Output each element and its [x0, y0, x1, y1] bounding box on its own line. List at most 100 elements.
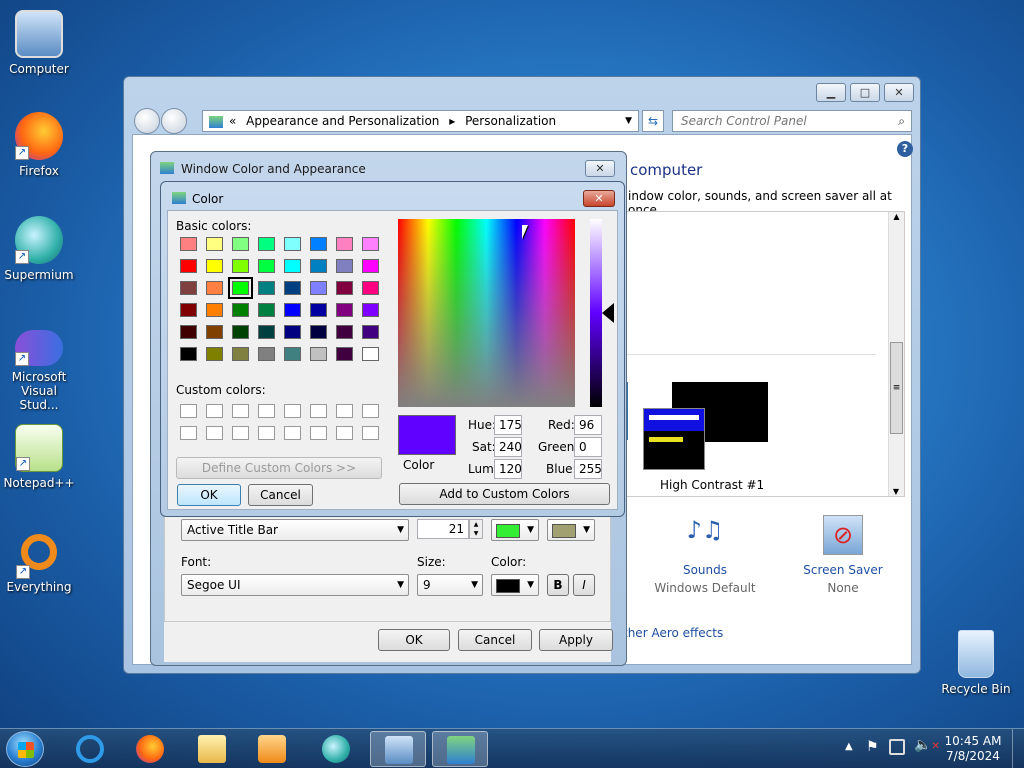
- aero-effects-link[interactable]: ther Aero effects: [623, 626, 723, 640]
- action-center-flag-icon[interactable]: ⚑: [866, 739, 879, 755]
- back-button[interactable]: [134, 108, 160, 134]
- custom-color-swatch[interactable]: [336, 404, 353, 418]
- address-dropdown-icon[interactable]: ▼: [625, 111, 632, 131]
- forward-button[interactable]: [161, 108, 187, 134]
- blue-input[interactable]: 255: [574, 459, 602, 479]
- basic-color-swatch[interactable]: [206, 237, 223, 251]
- theme-high-contrast-1[interactable]: High Contrast #1: [624, 382, 774, 492]
- network-icon[interactable]: [889, 739, 905, 755]
- basic-color-swatch[interactable]: [310, 347, 327, 361]
- color-cancel-button[interactable]: Cancel: [248, 484, 313, 506]
- custom-color-swatch[interactable]: [258, 426, 275, 440]
- maximize-button[interactable]: □: [850, 83, 880, 102]
- address-bar[interactable]: « Appearance and Personalization ▸ Perso…: [202, 110, 639, 132]
- breadcrumb-separator[interactable]: ▸: [449, 114, 455, 128]
- basic-color-swatch[interactable]: [258, 347, 275, 361]
- dialog-close-button[interactable]: ✕: [585, 160, 615, 177]
- desktop-icon-visual-studio[interactable]: ↗ Microsoft Visual Stud...: [0, 330, 78, 412]
- taskbar-personalization-window[interactable]: [432, 731, 488, 767]
- basic-color-swatch[interactable]: [284, 347, 301, 361]
- show-hidden-icons-button[interactable]: ▲: [845, 741, 853, 752]
- basic-color-swatch[interactable]: [310, 325, 327, 339]
- basic-color-swatch[interactable]: [232, 347, 249, 361]
- basic-color-swatch[interactable]: [284, 325, 301, 339]
- basic-color-swatch[interactable]: [232, 237, 249, 251]
- breadcrumb-personalization[interactable]: Personalization: [465, 114, 556, 128]
- color-dialog-close-button[interactable]: ✕: [583, 190, 615, 207]
- custom-color-swatch[interactable]: [284, 404, 301, 418]
- basic-color-swatch[interactable]: [310, 259, 327, 273]
- color-ok-button[interactable]: OK: [177, 484, 241, 506]
- basic-color-swatch[interactable]: [310, 303, 327, 317]
- basic-color-swatch[interactable]: [284, 259, 301, 273]
- basic-color-swatch[interactable]: [336, 303, 353, 317]
- basic-color-swatch[interactable]: [206, 347, 223, 361]
- basic-color-swatch[interactable]: [284, 303, 301, 317]
- custom-color-swatch[interactable]: [362, 426, 379, 440]
- custom-color-swatch[interactable]: [310, 426, 327, 440]
- scroll-up-icon[interactable]: ▲: [889, 212, 904, 221]
- clock[interactable]: 10:45 AM 7/8/2024: [940, 734, 1006, 764]
- scroll-thumb[interactable]: ≡: [890, 342, 903, 434]
- basic-color-swatch[interactable]: [258, 325, 275, 339]
- screensaver-item[interactable]: ⊘ Screen Saver None: [781, 515, 905, 595]
- basic-color-swatch[interactable]: [310, 281, 327, 295]
- basic-color-swatch[interactable]: [180, 281, 197, 295]
- basic-color-swatch[interactable]: [336, 347, 353, 361]
- color-spectrum[interactable]: [398, 219, 575, 407]
- cancel-button[interactable]: Cancel: [458, 629, 532, 651]
- red-input[interactable]: 96: [574, 415, 602, 435]
- basic-color-swatch[interactable]: [206, 259, 223, 273]
- breadcrumb-appearance[interactable]: Appearance and Personalization: [246, 114, 439, 128]
- basic-color-swatch[interactable]: [206, 281, 223, 295]
- basic-color-swatch[interactable]: [336, 237, 353, 251]
- custom-color-swatch[interactable]: [336, 426, 353, 440]
- desktop-icon-notepadpp[interactable]: ↗ Notepad++: [0, 424, 78, 490]
- sat-input[interactable]: 240: [494, 437, 522, 457]
- desktop-icon-recycle-bin[interactable]: Recycle Bin: [936, 630, 1016, 696]
- basic-color-swatch[interactable]: [362, 347, 379, 361]
- sounds-item[interactable]: ♪♫ Sounds Windows Default: [643, 515, 767, 595]
- desktop-icon-everything[interactable]: ↗ Everything: [0, 528, 78, 594]
- custom-color-swatch[interactable]: [206, 404, 223, 418]
- search-icon[interactable]: ⌕: [898, 111, 905, 131]
- basic-color-swatch[interactable]: [258, 303, 275, 317]
- scroll-down-icon[interactable]: ▼: [889, 487, 903, 496]
- custom-color-swatch[interactable]: [180, 426, 197, 440]
- basic-color-swatch[interactable]: [362, 259, 379, 273]
- taskbar-ie[interactable]: [62, 731, 118, 767]
- custom-color-swatch[interactable]: [284, 426, 301, 440]
- custom-color-swatch[interactable]: [310, 404, 327, 418]
- close-button[interactable]: ✕: [884, 83, 914, 102]
- basic-color-swatch[interactable]: [284, 237, 301, 251]
- basic-color-swatch[interactable]: [362, 281, 379, 295]
- desktop-icon-computer[interactable]: Computer: [0, 10, 78, 76]
- taskbar-media-player[interactable]: [244, 731, 300, 767]
- custom-color-swatch[interactable]: [232, 426, 249, 440]
- basic-color-swatch[interactable]: [362, 325, 379, 339]
- desktop-icon-firefox[interactable]: ↗ Firefox: [0, 112, 78, 178]
- ok-button[interactable]: OK: [378, 629, 450, 651]
- custom-color-swatch[interactable]: [206, 426, 223, 440]
- basic-color-swatch[interactable]: [336, 325, 353, 339]
- search-input[interactable]: Search Control Panel ⌕: [672, 110, 912, 132]
- basic-color-swatch[interactable]: [258, 281, 275, 295]
- basic-color-swatch[interactable]: [180, 347, 197, 361]
- gallery-scrollbar[interactable]: ▲ ≡ ▼: [888, 212, 904, 496]
- hue-input[interactable]: 175: [494, 415, 522, 435]
- basic-color-swatch[interactable]: [258, 259, 275, 273]
- show-desktop-button[interactable]: [1012, 729, 1024, 768]
- basic-color-swatch[interactable]: [228, 277, 253, 299]
- custom-color-swatch[interactable]: [232, 404, 249, 418]
- custom-color-swatch[interactable]: [362, 404, 379, 418]
- apply-button[interactable]: Apply: [539, 629, 613, 651]
- basic-color-swatch[interactable]: [206, 303, 223, 317]
- luminance-slider[interactable]: [590, 219, 602, 407]
- basic-color-swatch[interactable]: [206, 325, 223, 339]
- basic-color-swatch[interactable]: [180, 259, 197, 273]
- basic-color-swatch[interactable]: [336, 259, 353, 273]
- start-button[interactable]: [6, 731, 44, 767]
- help-icon[interactable]: ?: [897, 141, 913, 157]
- basic-color-swatch[interactable]: [362, 237, 379, 251]
- minimize-button[interactable]: ▁: [816, 83, 846, 102]
